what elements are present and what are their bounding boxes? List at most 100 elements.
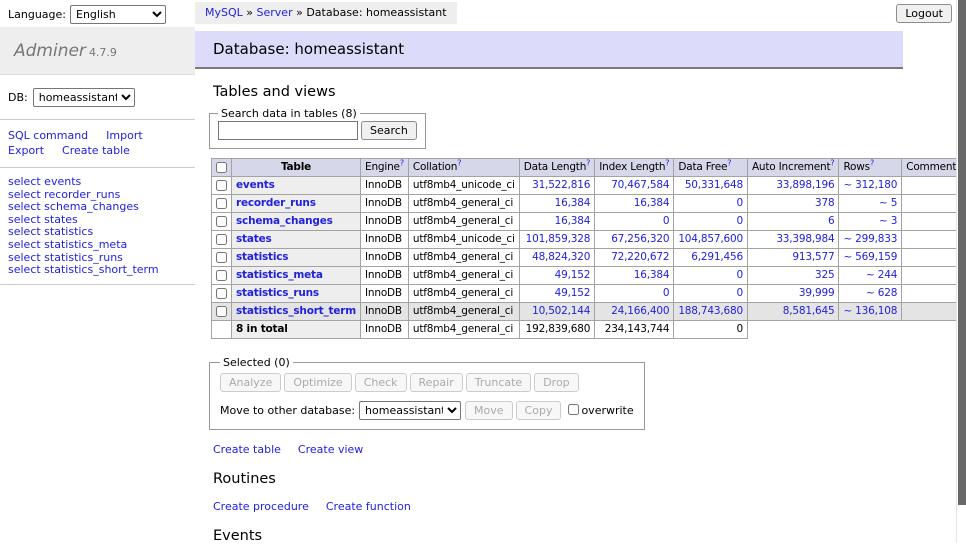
help-link-collation[interactable]: ?	[457, 159, 461, 168]
data-length-link-statistics-short-term[interactable]: 10,502,144	[532, 305, 590, 317]
auto-increment-link-statistics-runs[interactable]: 39,999	[799, 287, 835, 299]
overwrite-checkbox[interactable]	[568, 404, 579, 415]
column-header-engine: Engine?	[361, 159, 409, 177]
index-length-link-statistics-meta[interactable]: 16,384	[634, 269, 670, 281]
table-link-schema-changes[interactable]: schema_changes	[236, 215, 333, 227]
auto-increment-link-states[interactable]: 33,398,984	[776, 233, 834, 245]
create-table-bottom-link[interactable]: Create table	[213, 443, 281, 456]
data-free-link-schema-changes[interactable]: 0	[736, 215, 742, 227]
db-select[interactable]: homeassistant	[33, 88, 135, 107]
sidebar-actions: SQL command Import Export Create table	[0, 120, 195, 168]
data-free-link-statistics[interactable]: 6,291,456	[691, 251, 743, 263]
table-link-statistics-runs[interactable]: statistics_runs	[236, 287, 319, 299]
help-link-index-length[interactable]: ?	[665, 159, 669, 168]
rows-count-link-statistics-runs[interactable]: ~ 628	[866, 287, 897, 299]
index-length-link-statistics[interactable]: 72,220,672	[611, 251, 669, 263]
table-link-states[interactable]: states	[236, 233, 272, 245]
index-length-link-schema-changes[interactable]: 0	[663, 215, 669, 227]
table-link-statistics-meta[interactable]: statistics_meta	[236, 269, 323, 281]
data-free-link-events[interactable]: 50,331,648	[685, 179, 743, 191]
sidebar-select-events[interactable]: select events	[8, 176, 195, 189]
scrollbar-thumb[interactable]	[958, 0, 966, 505]
sidebar-select-schema-changes[interactable]: select schema_changes	[8, 201, 195, 214]
help-link-data-free[interactable]: ?	[727, 159, 731, 168]
rows-count-link-schema-changes[interactable]: ~ 3	[879, 215, 897, 227]
row-checkbox-statistics-runs[interactable]	[216, 288, 227, 299]
row-checkbox-schema-changes[interactable]	[216, 216, 227, 227]
row-checkbox-recorder-runs[interactable]	[216, 198, 227, 209]
table-link-recorder-runs[interactable]: recorder_runs	[236, 197, 316, 209]
index-length-link-statistics-short-term[interactable]: 24,166,400	[611, 305, 669, 317]
total-index-length: 234,143,744	[595, 321, 674, 339]
select-all-checkbox[interactable]	[216, 162, 227, 173]
row-checkbox-statistics-meta[interactable]	[216, 270, 227, 281]
scrollbar[interactable]	[956, 0, 966, 543]
row-checkbox-statistics-short-term[interactable]	[216, 306, 227, 317]
data-free-cell: 6,291,456	[674, 249, 748, 267]
truncate-button: Truncate	[466, 373, 531, 392]
export-link[interactable]: Export	[8, 144, 44, 157]
table-link-events[interactable]: events	[236, 179, 275, 191]
data-free-link-statistics-short-term[interactable]: 188,743,680	[678, 305, 743, 317]
data-length-link-statistics[interactable]: 48,824,320	[532, 251, 590, 263]
create-table-link[interactable]: Create table	[62, 144, 130, 157]
selected-fieldset: Selected (0) AnalyzeOptimizeCheckRepairT…	[209, 356, 645, 430]
row-checkbox-events[interactable]	[216, 180, 227, 191]
data-free-link-recorder-runs[interactable]: 0	[736, 197, 742, 209]
breadcrumb: MySQL » Server » Database: homeassistant	[195, 2, 457, 24]
help-link-auto-increment[interactable]: ?	[830, 159, 834, 168]
import-link[interactable]: Import	[106, 129, 143, 142]
rows-count-link-recorder-runs[interactable]: ~ 5	[879, 197, 897, 209]
breadcrumb-link-server[interactable]: Server	[257, 6, 293, 19]
move-db-select[interactable]: homeassistant	[359, 401, 461, 420]
help-link-data-length[interactable]: ?	[586, 159, 590, 168]
search-input[interactable]	[218, 121, 358, 140]
sql-command-link[interactable]: SQL command	[8, 129, 88, 142]
data-length-link-statistics-meta[interactable]: 49,152	[555, 269, 591, 281]
index-length-link-statistics-runs[interactable]: 0	[663, 287, 669, 299]
create-view-bottom-link[interactable]: Create view	[298, 443, 363, 456]
help-link-engine[interactable]: ?	[400, 159, 404, 168]
auto-increment-link-statistics[interactable]: 913,577	[792, 251, 834, 263]
rows-count-cell: ~ 136,108	[839, 303, 902, 321]
auto-increment-link-schema-changes[interactable]: 6	[828, 215, 834, 227]
rows-count-link-states[interactable]: ~ 299,833	[843, 233, 897, 245]
auto-increment-link-events[interactable]: 33,898,196	[776, 179, 834, 191]
data-free-link-statistics-runs[interactable]: 0	[736, 287, 742, 299]
table-link-statistics-short-term[interactable]: statistics_short_term	[236, 305, 356, 317]
data-length-link-states[interactable]: 101,859,328	[526, 233, 591, 245]
collation-cell: utf8mb4_general_ci	[408, 249, 519, 267]
breadcrumb-link-mysql[interactable]: MySQL	[205, 6, 243, 19]
data-length-link-events[interactable]: 31,522,816	[532, 179, 590, 191]
rows-count-link-events[interactable]: ~ 312,180	[843, 179, 897, 191]
collation-cell: utf8mb4_general_ci	[408, 285, 519, 303]
rows-count-link-statistics-meta[interactable]: ~ 244	[866, 269, 897, 281]
sidebar-select-statistics-meta[interactable]: select statistics_meta	[8, 239, 195, 252]
row-checkbox-states[interactable]	[216, 234, 227, 245]
selected-legend: Selected (0)	[220, 356, 293, 369]
sidebar-select-statistics-short-term[interactable]: select statistics_short_term	[8, 264, 195, 277]
rows-count-cell: ~ 5	[839, 195, 902, 213]
index-length-link-recorder-runs[interactable]: 16,384	[634, 197, 670, 209]
table-link-statistics[interactable]: statistics	[236, 251, 288, 263]
create-procedure-link[interactable]: Create procedure	[213, 500, 309, 513]
data-length-link-statistics-runs[interactable]: 49,152	[555, 287, 591, 299]
auto-increment-link-statistics-meta[interactable]: 325	[815, 269, 834, 281]
language-select[interactable]: English	[70, 5, 166, 24]
rows-count-link-statistics[interactable]: ~ 569,159	[843, 251, 897, 263]
index-length-link-states[interactable]: 67,256,320	[611, 233, 669, 245]
rows-count-link-statistics-short-term[interactable]: ~ 136,108	[843, 305, 897, 317]
row-checkbox-statistics[interactable]	[216, 252, 227, 263]
create-function-link[interactable]: Create function	[326, 500, 411, 513]
auto-increment-link-statistics-short-term[interactable]: 8,581,645	[783, 305, 835, 317]
column-header-data-length: Data Length?	[519, 159, 594, 177]
data-length-link-schema-changes[interactable]: 16,384	[555, 215, 591, 227]
index-length-link-events[interactable]: 70,467,584	[611, 179, 669, 191]
data-free-link-states[interactable]: 104,857,600	[678, 233, 743, 245]
search-button[interactable]: Search	[361, 121, 417, 140]
data-free-link-statistics-meta[interactable]: 0	[736, 269, 742, 281]
data-length-link-recorder-runs[interactable]: 16,384	[555, 197, 591, 209]
auto-increment-link-recorder-runs[interactable]: 378	[815, 197, 834, 209]
help-link-rows[interactable]: ?	[870, 159, 874, 168]
data-free-cell: 0	[674, 267, 748, 285]
